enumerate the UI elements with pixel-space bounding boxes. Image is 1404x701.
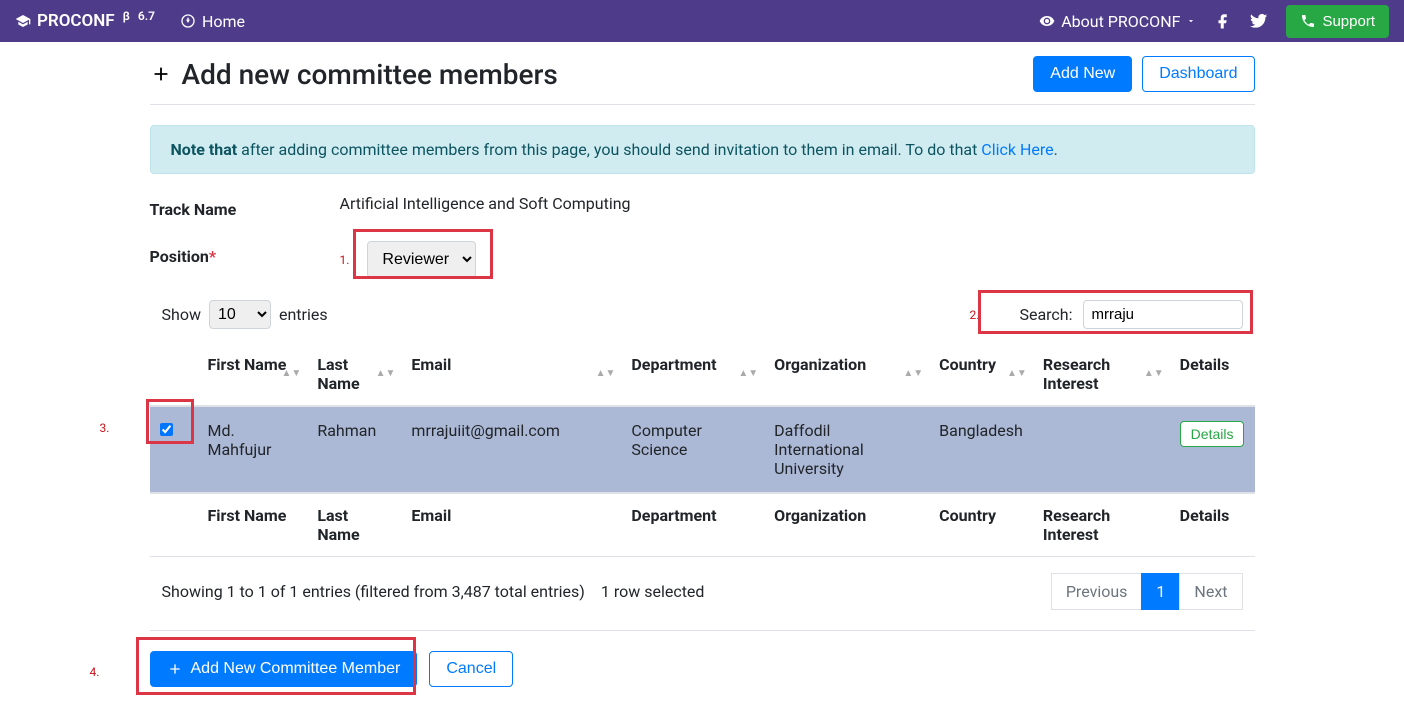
rows-selected: 1 row selected (601, 582, 705, 601)
col-details: Details (1170, 343, 1255, 406)
search-input[interactable] (1083, 300, 1243, 329)
info-alert: Note that after adding committee members… (150, 125, 1255, 174)
about-dropdown[interactable]: About PROCONF (1039, 12, 1196, 31)
foot-department: Department (621, 493, 764, 557)
brand-text: PROCONF (37, 11, 115, 31)
col-department[interactable]: Department▲▼ (621, 343, 764, 406)
foot-details: Details (1170, 493, 1255, 557)
cell-organization: Daffodil International University (764, 406, 929, 493)
facebook-icon[interactable] (1214, 12, 1232, 30)
add-new-button[interactable]: Add New (1033, 56, 1132, 92)
position-select[interactable]: Reviewer (367, 241, 476, 278)
page-header: Add new committee members Add New Dashbo… (150, 56, 1255, 105)
details-button[interactable]: Details (1180, 421, 1245, 447)
members-table: First Name▲▼ Last Name▲▼ Email▲▼ Departm… (150, 343, 1255, 557)
foot-research: Research Interest (1033, 493, 1170, 557)
col-organization[interactable]: Organization▲▼ (764, 343, 929, 406)
foot-email: Email (401, 493, 621, 557)
cancel-button[interactable]: Cancel (429, 651, 513, 687)
chevron-down-icon (1186, 16, 1196, 26)
cell-research (1033, 406, 1170, 493)
cell-first-name: Md. Mahfujur (198, 406, 308, 493)
support-label: Support (1322, 13, 1375, 30)
table-info: Showing 1 to 1 of 1 entries (filtered fr… (162, 582, 585, 601)
page-next[interactable]: Next (1179, 573, 1242, 610)
dashboard-button[interactable]: Dashboard (1142, 56, 1254, 92)
col-research[interactable]: Research Interest▲▼ (1033, 343, 1170, 406)
cell-email: mrrajuiit@gmail.com (401, 406, 621, 493)
cell-country: Bangladesh (929, 406, 1033, 493)
plus-icon (167, 661, 183, 677)
navbar: PROCONF β 6.7 Home About PROCONF Support (0, 0, 1404, 42)
foot-organization: Organization (764, 493, 929, 557)
marker-3: 3. (100, 421, 110, 435)
phone-icon (1300, 13, 1316, 29)
click-here-link[interactable]: Click Here (981, 140, 1053, 159)
version-text: 6.7 (138, 9, 155, 23)
col-country[interactable]: Country▲▼ (929, 343, 1033, 406)
dashboard-icon (180, 13, 196, 29)
col-last-name[interactable]: Last Name▲▼ (307, 343, 401, 406)
marker-2: 2. (970, 308, 980, 322)
support-button[interactable]: Support (1286, 5, 1389, 38)
marker-4: 4. (90, 665, 100, 679)
foot-country: Country (929, 493, 1033, 557)
pagination: Previous 1 Next (1052, 573, 1243, 610)
col-first-name[interactable]: First Name▲▼ (198, 343, 308, 406)
nav-home[interactable]: Home (180, 12, 245, 31)
marker-1: 1. (340, 253, 350, 267)
foot-first-name: First Name (198, 493, 308, 557)
position-label: Position* (150, 241, 340, 278)
col-email[interactable]: Email▲▼ (401, 343, 621, 406)
nav-home-label: Home (202, 12, 245, 31)
show-label: Show (162, 305, 201, 324)
note-label: Note that (171, 140, 238, 159)
track-name-label: Track Name (150, 194, 340, 219)
highlight-3 (146, 399, 194, 444)
alert-text: after adding committee members from this… (237, 140, 981, 159)
brand-logo[interactable]: PROCONF β 6.7 (15, 11, 155, 31)
beta-icon: β (123, 9, 130, 23)
track-name-value: Artificial Intelligence and Soft Computi… (340, 194, 1255, 219)
eye-icon (1039, 13, 1055, 29)
add-committee-label: Add New Committee Member (191, 660, 401, 678)
page-1[interactable]: 1 (1141, 573, 1180, 610)
cell-last-name: Rahman (307, 406, 401, 493)
entries-select[interactable]: 10 (209, 300, 271, 329)
page-title: Add new committee members (182, 58, 558, 91)
entries-label: entries (279, 305, 328, 324)
about-label: About PROCONF (1061, 12, 1180, 31)
row-checkbox[interactable] (160, 423, 173, 436)
twitter-icon[interactable] (1250, 12, 1268, 30)
plus-icon (150, 63, 172, 85)
table-row[interactable]: 3. Md. Mahfujur Rahman mrrajuiit@gmail.c… (150, 406, 1255, 493)
page-prev[interactable]: Previous (1051, 573, 1143, 610)
search-label: Search: (1019, 305, 1072, 324)
foot-last-name: Last Name (307, 493, 401, 557)
add-committee-member-button[interactable]: Add New Committee Member (150, 651, 418, 687)
graduation-cap-icon (15, 13, 31, 29)
cell-department: Computer Science (621, 406, 764, 493)
